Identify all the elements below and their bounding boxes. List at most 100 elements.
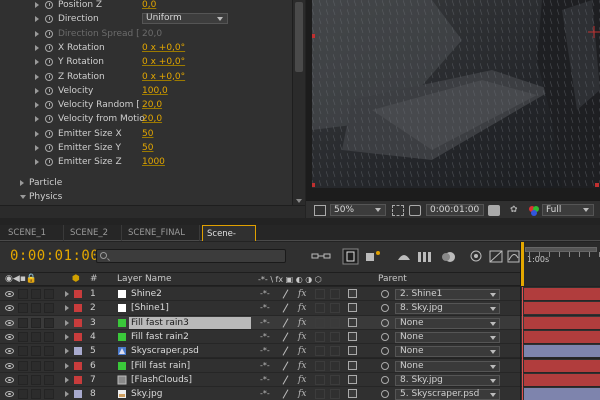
shy-switch-icon[interactable]: -*- — [260, 359, 270, 373]
expand-triangle-icon[interactable] — [35, 44, 39, 51]
frame-blend-switch[interactable] — [315, 289, 325, 299]
label-color-swatch[interactable] — [74, 390, 82, 399]
stopwatch-icon[interactable] — [45, 115, 53, 124]
effect-switch-icon[interactable]: fx — [298, 330, 306, 344]
parent-pickwhip-icon[interactable] — [381, 304, 389, 313]
stopwatch-icon[interactable] — [45, 129, 53, 138]
3d-layer-cube-icon[interactable] — [348, 374, 357, 384]
section-particle[interactable]: Particle — [0, 176, 292, 190]
solo-toggle[interactable] — [31, 303, 41, 314]
expand-triangle-icon[interactable] — [35, 87, 39, 94]
layer-row[interactable]: 2 [Shine1] -*- fx 8. Sky.jpg — [0, 301, 600, 316]
label-color-swatch[interactable] — [74, 332, 82, 341]
audio-toggle[interactable] — [18, 331, 28, 342]
motion-blur-switch[interactable] — [330, 303, 340, 314]
effect-property-row[interactable]: Velocity Random [20,0 — [0, 98, 292, 112]
property-value[interactable]: 0 x +0,0° — [142, 70, 185, 84]
lock-toggle[interactable] — [44, 289, 54, 299]
shy-switch-icon[interactable]: -*- — [260, 373, 270, 387]
property-value[interactable]: 0 x +0,0° — [142, 41, 185, 55]
section-physics[interactable]: Physics — [0, 190, 292, 204]
expand-triangle-icon[interactable] — [35, 30, 39, 37]
effect-controls-horizontal-scrollbar[interactable] — [0, 205, 305, 218]
expand-triangle-icon[interactable] — [65, 305, 69, 312]
effect-property-row[interactable]: Direction Spread [20,0 — [0, 27, 292, 41]
expand-triangle-icon[interactable] — [20, 179, 24, 186]
solo-toggle[interactable] — [31, 389, 41, 400]
expand-triangle-icon[interactable] — [65, 391, 69, 398]
parent-dropdown[interactable]: None — [395, 360, 500, 372]
effect-property-row[interactable]: Position Z 0,0 — [0, 0, 292, 12]
3d-layer-cube-icon[interactable] — [348, 289, 357, 298]
mask-visibility-icon[interactable] — [409, 205, 421, 216]
stopwatch-icon[interactable] — [45, 158, 53, 167]
frame-blend-switch[interactable] — [315, 346, 325, 357]
visibility-eye-icon[interactable] — [5, 319, 14, 326]
visibility-eye-icon[interactable] — [5, 348, 14, 355]
collapse-triangle-icon[interactable] — [20, 194, 26, 199]
3d-layer-cube-icon[interactable] — [348, 389, 357, 399]
property-dropdown[interactable]: Uniform — [142, 13, 228, 25]
viewer-timecode[interactable]: 0:00:01:00 — [426, 204, 484, 216]
layer-row[interactable]: 1 Shine2 -*- fx 2. Shine1 — [0, 287, 600, 302]
stopwatch-icon[interactable] — [45, 144, 53, 152]
visibility-eye-icon[interactable] — [5, 305, 14, 312]
region-of-interest-icon[interactable] — [314, 205, 326, 216]
label-color-swatch[interactable] — [74, 304, 82, 313]
effect-switch-icon[interactable]: fx — [298, 316, 306, 330]
expand-triangle-icon[interactable] — [35, 145, 39, 151]
expand-triangle-icon[interactable] — [65, 319, 69, 326]
stopwatch-icon[interactable] — [45, 29, 53, 38]
solo-toggle[interactable] — [31, 374, 41, 385]
expand-triangle-icon[interactable] — [35, 16, 39, 23]
expand-triangle-icon[interactable] — [65, 362, 69, 369]
solo-toggle[interactable] — [31, 360, 41, 371]
scrollbar-thumb[interactable] — [295, 2, 303, 72]
frame-blend-switch[interactable] — [315, 360, 325, 371]
audio-toggle[interactable] — [18, 360, 28, 371]
audio-toggle[interactable] — [18, 303, 28, 314]
frame-blend-switch[interactable] — [315, 317, 325, 328]
layer-duration-bar[interactable] — [524, 344, 600, 358]
motion-blur-switch[interactable] — [330, 317, 340, 328]
3d-layer-cube-icon[interactable] — [348, 303, 357, 313]
effect-property-row[interactable]: Velocity from Motio 20,0 — [0, 112, 292, 126]
expand-triangle-icon[interactable] — [65, 376, 69, 383]
layer-name[interactable]: [FlashClouds] — [131, 373, 192, 387]
layer-row[interactable]: 4 Fill fast rain2 -*- fx None — [0, 329, 600, 345]
lock-toggle[interactable] — [44, 360, 54, 371]
tab-scene-2[interactable]: SCENE_2 — [66, 225, 122, 241]
quality-switch-icon[interactable] — [282, 375, 289, 385]
visibility-eye-icon[interactable] — [5, 333, 14, 340]
visibility-eye-icon[interactable] — [5, 362, 14, 369]
channel-icon[interactable] — [528, 205, 540, 216]
resolution-dropdown[interactable]: Full — [542, 204, 594, 216]
layer-name[interactable]: [Shine1] — [131, 301, 169, 315]
layer-name[interactable]: Fill fast rain2 — [131, 330, 189, 344]
quality-switch-icon[interactable] — [282, 289, 289, 299]
expand-triangle-icon[interactable] — [35, 73, 39, 80]
motion-blur-switch[interactable] — [330, 289, 340, 299]
layer-search-input[interactable] — [96, 249, 286, 263]
shy-switch-icon[interactable]: -*- — [260, 344, 270, 358]
lock-toggle[interactable] — [44, 389, 54, 400]
layer-row[interactable]: 8 Sky.jpg -*- fx 5. Skyscraper.psd — [0, 387, 600, 400]
grid-icon[interactable] — [392, 205, 404, 216]
layer-name[interactable]: Shine2 — [131, 287, 162, 301]
parent-pickwhip-icon[interactable] — [381, 347, 389, 356]
expand-triangle-icon[interactable] — [35, 159, 39, 166]
quality-switch-icon[interactable] — [282, 318, 289, 328]
tab-scene-1[interactable]: Scene-1× — [202, 225, 256, 255]
effect-property-row[interactable]: Emitter Size Y 50 — [0, 141, 292, 155]
motion-blur-switch[interactable] — [330, 389, 340, 400]
lock-toggle[interactable] — [44, 317, 54, 328]
property-value[interactable]: 50 — [142, 141, 153, 155]
stopwatch-icon[interactable] — [45, 86, 53, 95]
stopwatch-icon[interactable] — [45, 1, 53, 9]
expand-triangle-icon[interactable] — [35, 130, 39, 137]
solo-toggle[interactable] — [31, 289, 41, 299]
parent-dropdown[interactable]: None — [395, 317, 500, 329]
expand-triangle-icon[interactable] — [35, 102, 39, 109]
effect-property-row[interactable]: Emitter Size X 50 — [0, 127, 292, 141]
parent-pickwhip-icon[interactable] — [381, 375, 389, 384]
